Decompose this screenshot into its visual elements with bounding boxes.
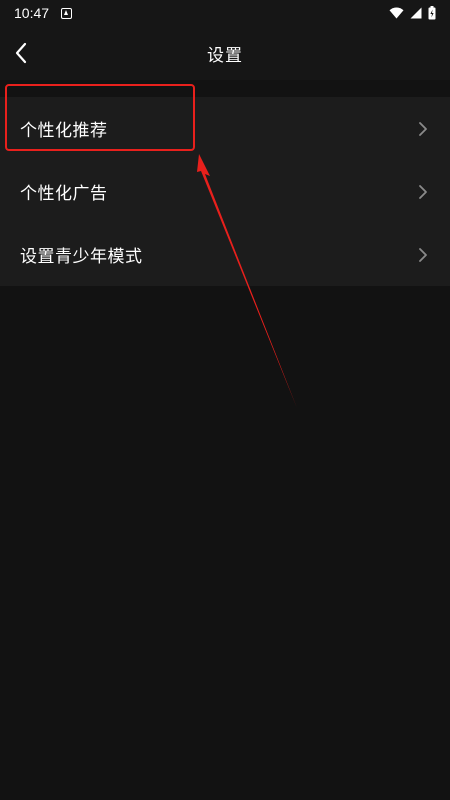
page-title: 设置 xyxy=(207,45,243,66)
settings-item-personalized-ads[interactable]: 个性化广告 xyxy=(0,160,450,223)
chevron-right-icon xyxy=(418,184,430,200)
signal-icon xyxy=(410,7,422,19)
screen: 10:47 设置 个性化推荐 个性化广告 设置青少年模式 xyxy=(0,0,450,800)
notification-icon xyxy=(61,7,73,19)
back-button[interactable] xyxy=(6,38,36,68)
wifi-icon xyxy=(389,7,404,19)
annotation-highlight-box xyxy=(5,84,195,151)
item-label: 设置青少年模式 xyxy=(20,247,143,267)
chevron-right-icon xyxy=(418,247,430,263)
settings-item-teen-mode[interactable]: 设置青少年模式 xyxy=(0,223,450,286)
status-time: 10:47 xyxy=(14,5,50,21)
battery-icon xyxy=(428,6,436,20)
item-label: 个性化广告 xyxy=(20,184,108,204)
chevron-right-icon xyxy=(418,121,430,137)
status-icons xyxy=(389,6,436,20)
app-header: 设置 xyxy=(0,26,450,80)
back-arrow-icon xyxy=(15,42,27,64)
status-bar: 10:47 xyxy=(0,0,450,26)
